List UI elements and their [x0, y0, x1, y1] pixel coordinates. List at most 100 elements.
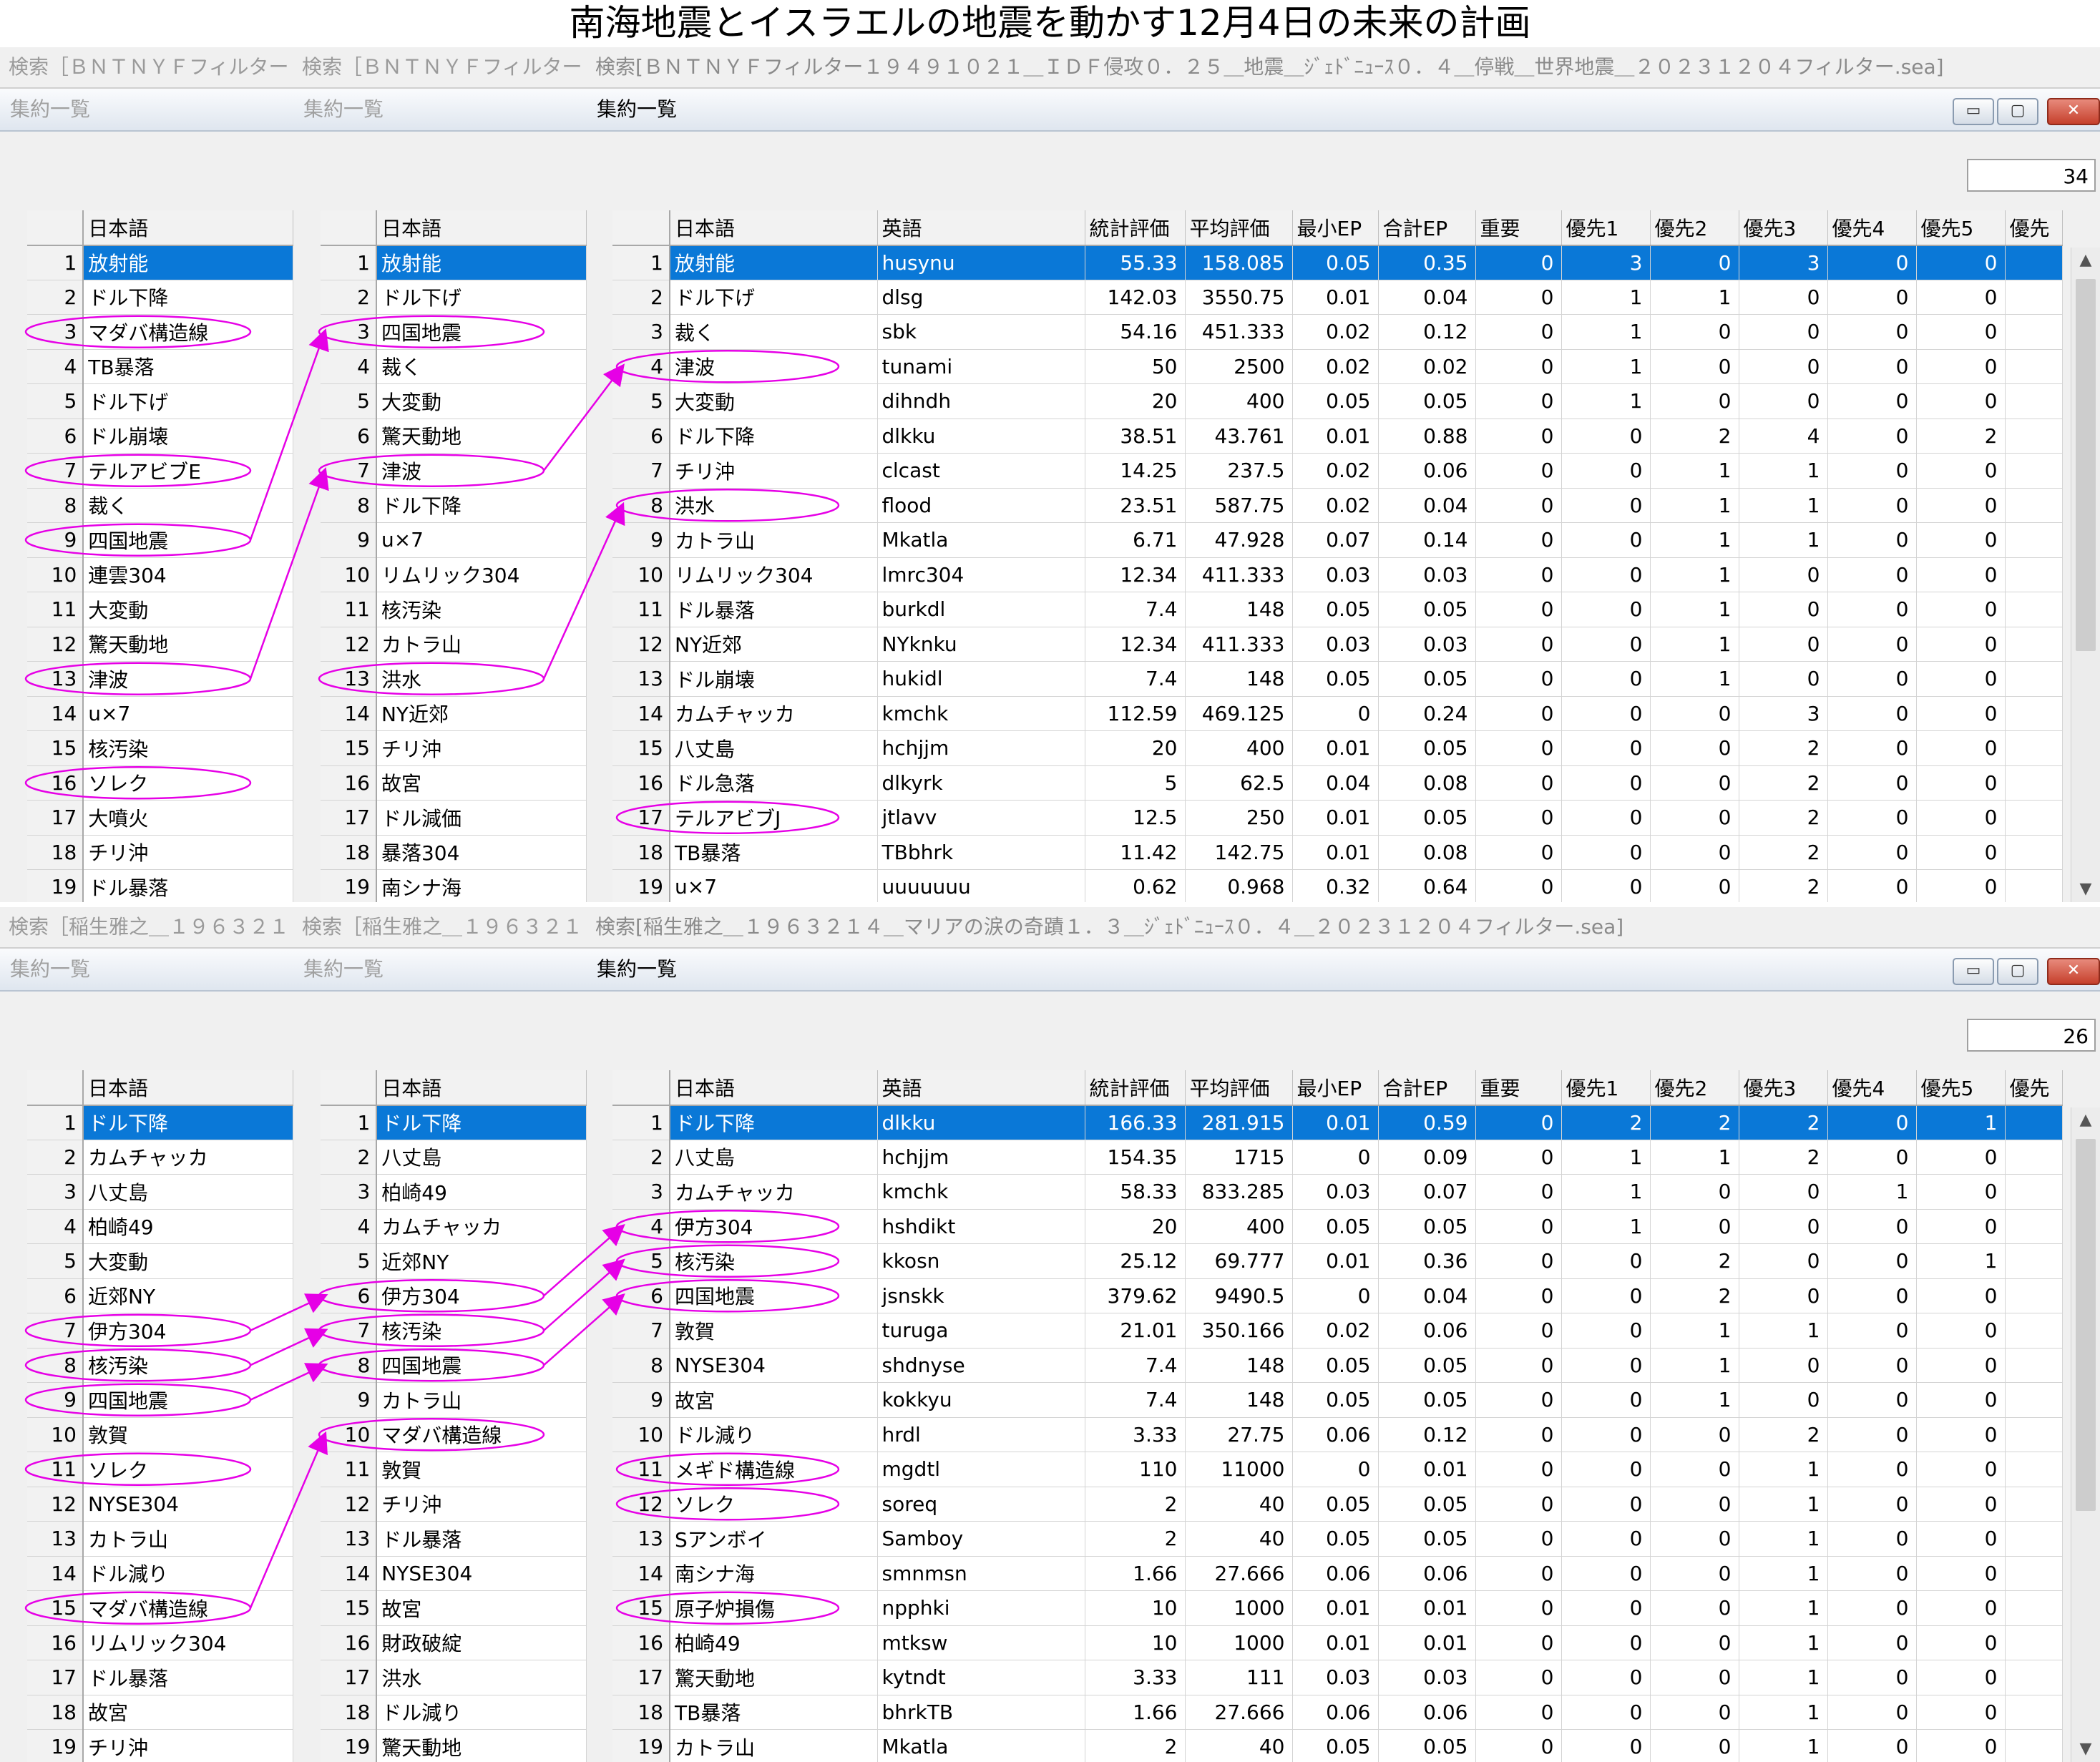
table-row[interactable]: 12 NY近郊 NYknku 12.34 411.333 0.03 0.03 0 0 1 0 0 0	[612, 627, 2063, 662]
table-row[interactable]: 3 裁く sbk 54.16 451.333 0.02 0.12 0 1 0 0 0 0	[612, 314, 2063, 350]
col-header-p4[interactable]: 優先4	[1827, 210, 1917, 246]
table-row[interactable]: 17 ドル減価	[321, 800, 587, 836]
summary-grid[interactable]: 日本語 1 放射能 2 ドル下降 3 マダバ構造線 4 TB暴落 5 ドル下げ 6 ドル崩壊 7 テルアビブ…	[27, 210, 293, 902]
table-row[interactable]: 3 カムチャッカ kmchk 58.33 833.285 0.03 0.07 0 1 0 0 1 0	[612, 1174, 2063, 1210]
col-header-jp[interactable]: 日本語	[670, 1070, 878, 1106]
scroll-thumb[interactable]	[2076, 279, 2096, 651]
table-row[interactable]: 19 カトラ山 Mkatla 2 40 0.05 0.05 0 0 0 1 0 0	[612, 1729, 2063, 1762]
close-button[interactable]: ✕	[2047, 958, 2100, 985]
table-row[interactable]: 11 敦賀	[321, 1452, 587, 1487]
minimize-button[interactable]: ▭	[1953, 958, 1994, 985]
table-row[interactable]: 2 ドル下降	[27, 280, 293, 315]
scroll-up-icon[interactable]: ▲	[2071, 248, 2100, 273]
table-row[interactable]: 10 マダバ構造線	[321, 1417, 587, 1452]
table-row[interactable]: 7 津波	[321, 453, 587, 489]
table-row[interactable]: 4 津波 tunami 50 2500 0.02 0.02 0 1 0 0 0 0	[612, 349, 2063, 384]
table-row[interactable]: 1 ドル下降	[321, 1105, 587, 1140]
col-header-p2[interactable]: 優先2	[1650, 1070, 1739, 1106]
table-row[interactable]: 9 故宮 kokkyu 7.4 148 0.05 0.05 0 0 1 0 0 0	[612, 1382, 2063, 1418]
table-row[interactable]: 17 ドル暴落	[27, 1660, 293, 1695]
table-row[interactable]: 13 カトラ山	[27, 1521, 293, 1557]
table-row[interactable]: 14 NY近郊	[321, 696, 587, 731]
table-row[interactable]: 6 驚天動地	[321, 419, 587, 454]
table-row[interactable]: 18 故宮	[27, 1695, 293, 1730]
table-row[interactable]: 9 カトラ山 Mkatla 6.71 47.928 0.07 0.14 0 0 1 1 0 0	[612, 522, 2063, 558]
table-row[interactable]: 14 u×7	[27, 696, 293, 731]
window-title[interactable]: 検索[稲生雅之＿１９６３２１４＿マリアの涙の奇蹟１．３＿ｼﾞｪﾄﾞﾆｭｰｽ０．４…	[587, 907, 2100, 949]
table-row[interactable]: 18 暴落304	[321, 835, 587, 870]
window-title[interactable]: 検索［ＢＮＴＮＹＦフィルター１９	[0, 47, 293, 89]
subwindow-title[interactable]: 集約一覧	[0, 949, 293, 992]
table-row[interactable]: 9 四国地震	[27, 522, 293, 558]
table-row[interactable]: 15 原子炉損傷 npphki 10 1000 0.01 0.01 0 0 0 1 0 0	[612, 1590, 2063, 1626]
summary-window[interactable]: 検索[ＢＮＴＮＹＦフィルター１９４９１０２１＿ＩＤＦ侵攻０．２５＿地震＿ｼﾞｪﾄ…	[587, 47, 2100, 902]
table-row[interactable]: 4 裁く	[321, 349, 587, 384]
table-row[interactable]: 16 リムリック304	[27, 1625, 293, 1660]
table-row[interactable]: 11 メギド構造線 mgdtl 110 11000 0 0.01 0 0 0 1 0 0	[612, 1452, 2063, 1487]
close-button[interactable]: ✕	[2047, 98, 2100, 125]
table-row[interactable]: 16 故宮	[321, 765, 587, 801]
table-row[interactable]: 10 ドル減り hrdl 3.33 27.75 0.06 0.12 0 0 0 2 0 0	[612, 1417, 2063, 1452]
col-header-avg[interactable]: 平均評価	[1185, 1070, 1293, 1106]
table-row[interactable]: 6 四国地震 jsnskk 379.62 9490.5 0 0.04 0 0 2 0 0 0	[612, 1278, 2063, 1313]
summary-grid[interactable]: 日本語 1 ドル下降 2 カムチャッカ 3 八丈島 4 柏崎49 5 大変動 6 近郊NY 7 伊方304 8…	[27, 1070, 293, 1762]
list-window-1[interactable]: 検索［ＢＮＴＮＹＦフィルター１９集約一覧日本語1放射能2ドル下降3マダバ構造線4…	[0, 47, 295, 902]
list-window-2[interactable]: 検索［稲生雅之＿１９６３２１ 集約一覧 日本語 1 ドル下降 2 八丈島 3 柏崎49 4 カムチャ…	[293, 907, 588, 1762]
col-header-p2[interactable]: 優先2	[1650, 210, 1739, 246]
table-row[interactable]: 5 大変動 dihndh 20 400 0.05 0.05 0 1 0 0 0 0	[612, 383, 2063, 419]
col-header-p6[interactable]: 優先	[2005, 1070, 2063, 1106]
table-row[interactable]: 17 大噴火	[27, 800, 293, 836]
table-row[interactable]: 12 NYSE304	[27, 1487, 293, 1522]
col-header-avg[interactable]: 平均評価	[1185, 210, 1293, 246]
table-row[interactable]: 1 放射能 husynu 55.33 158.085 0.05 0.35 0 3 0 3 0 0	[612, 245, 2063, 280]
table-row[interactable]: 2 ドル下げ dlsg 142.03 3550.75 0.01 0.04 0 1 1 0 0 0	[612, 280, 2063, 315]
table-row[interactable]: 11 ドル暴落 burkdl 7.4 148 0.05 0.05 0 0 1 0 0 0	[612, 592, 2063, 627]
table-row[interactable]: 8 ドル下降	[321, 488, 587, 523]
table-row[interactable]: 13 津波	[27, 661, 293, 697]
subwindow-title[interactable]: 集約一覧	[0, 89, 293, 132]
col-header-p3[interactable]: 優先3	[1739, 1070, 1828, 1106]
table-row[interactable]: 18 チリ沖	[27, 835, 293, 870]
table-row[interactable]: 18 ドル減り	[321, 1695, 587, 1730]
table-row[interactable]: 18 TB暴落 TBbhrk 11.42 142.75 0.01 0.08 0 0 0 2 0 0	[612, 835, 2063, 870]
window-title[interactable]: 検索［ＢＮＴＮＹＦフィルター１９	[293, 47, 587, 89]
window-title[interactable]: 検索[ＢＮＴＮＹＦフィルター１９４９１０２１＿ＩＤＦ侵攻０．２５＿地震＿ｼﾞｪﾄ…	[587, 47, 2100, 89]
table-row[interactable]: 14 NYSE304	[321, 1556, 587, 1591]
col-header-min[interactable]: 最小EP	[1292, 210, 1379, 246]
table-row[interactable]: 15 チリ沖	[321, 730, 587, 766]
window-title[interactable]: 検索［稲生雅之＿１９６３２１	[293, 907, 587, 949]
col-header-p3[interactable]: 優先3	[1739, 210, 1828, 246]
count-field[interactable]: 34	[1967, 159, 2096, 192]
table-row[interactable]: 8 四国地震	[321, 1348, 587, 1383]
table-row[interactable]: 10 連雲304	[27, 557, 293, 592]
col-header-imp[interactable]: 重要	[1475, 1070, 1562, 1106]
table-row[interactable]: 3 マダバ構造線	[27, 314, 293, 350]
table-row[interactable]: 15 核汚染	[27, 730, 293, 766]
table-row[interactable]: 7 敦賀 turuga 21.01 350.166 0.02 0.06 0 0 1 1 0 0	[612, 1313, 2063, 1349]
table-row[interactable]: 11 ソレク	[27, 1452, 293, 1487]
table-row[interactable]: 13 ドル崩壊 hukidl 7.4 148 0.05 0.05 0 0 1 0 0 0	[612, 661, 2063, 697]
table-row[interactable]: 18 TB暴落 bhrkTB 1.66 27.666 0.06 0.06 0 0 0 1 0 0	[612, 1695, 2063, 1730]
window-title[interactable]: 検索［稲生雅之＿１９６３２１	[0, 907, 293, 949]
maximize-button[interactable]: ▢	[1997, 958, 2038, 985]
table-row[interactable]: 1 放射能	[27, 245, 293, 280]
table-row[interactable]: 4 伊方304 hshdikt 20 400 0.05 0.05 0 1 0 0 0 0	[612, 1209, 2063, 1244]
maximize-button[interactable]: ▢	[1997, 98, 2038, 125]
col-header-p1[interactable]: 優先1	[1561, 1070, 1651, 1106]
table-row[interactable]: 7 伊方304	[27, 1313, 293, 1349]
table-row[interactable]: 6 近郊NY	[27, 1278, 293, 1313]
table-row[interactable]: 8 核汚染	[27, 1348, 293, 1383]
subwindow-title[interactable]: 集約一覧	[587, 89, 2100, 132]
scroll-thumb[interactable]	[2076, 1139, 2096, 1511]
table-row[interactable]: 8 NYSE304 shdnyse 7.4 148 0.05 0.05 0 0 1 0 0 0	[612, 1348, 2063, 1383]
scroll-up-icon[interactable]: ▲	[2071, 1107, 2100, 1133]
col-header-p5[interactable]: 優先5	[1916, 1070, 2006, 1106]
col-header-jp[interactable]: 日本語	[82, 1070, 293, 1106]
table-row[interactable]: 9 u×7	[321, 522, 587, 558]
table-row[interactable]: 5 近郊NY	[321, 1243, 587, 1279]
table-row[interactable]: 2 カムチャッカ	[27, 1140, 293, 1175]
col-header-p6[interactable]: 優先	[2005, 210, 2063, 246]
col-header-jp[interactable]: 日本語	[83, 210, 293, 246]
vertical-scrollbar[interactable]: ▲ ▼	[2071, 248, 2100, 902]
table-row[interactable]: 3 四国地震	[321, 314, 587, 350]
